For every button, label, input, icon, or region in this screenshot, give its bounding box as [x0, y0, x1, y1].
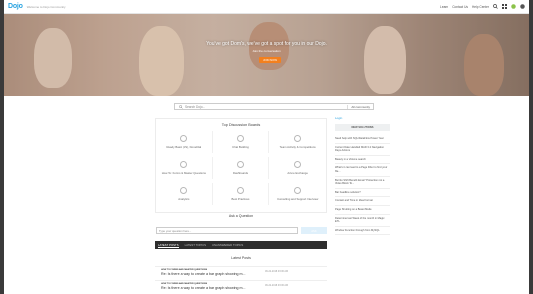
solution-item[interactable]: What's it can lead to a Page Filter to f… — [335, 164, 390, 177]
board-label: Azure Exchange — [287, 171, 308, 175]
board-label: Chat Building — [232, 145, 249, 149]
board-item[interactable]: Chat Building — [213, 131, 270, 153]
post-date: 06-22-2018 03:06 AM — [265, 270, 288, 273]
posts-tabs: LATEST POSTS LATEST TOPICS UNANSWERED TO… — [155, 241, 327, 249]
search-input[interactable]: Search Dojo... — [185, 105, 205, 109]
search-icon[interactable] — [493, 4, 498, 9]
top-navigation-bar: Dojo Welcome to Dojo Community Learn Con… — [4, 0, 529, 14]
hero-overlay — [4, 14, 529, 96]
right-sidebar: Login NEW SOLUTIONS Need help with SQL/D… — [335, 116, 390, 236]
top-links: Learn Contact Us Help Center — [440, 4, 525, 9]
board-icon — [294, 135, 302, 142]
solution-item[interactable]: Current Date Handled MAD 3.2 Navigation … — [335, 144, 390, 156]
solution-item[interactable]: Bar headline solution? — [335, 189, 390, 198]
solution-item[interactable]: Burrito Shift Benefit Email "Protection … — [335, 177, 390, 189]
solution-item[interactable]: Contact and Time in Idea Format — [335, 197, 390, 206]
post-title[interactable]: Re: Is there a way to create a bar graph… — [161, 286, 246, 290]
board-icon — [180, 135, 188, 142]
join-now-button[interactable]: JOIN NOW — [259, 57, 281, 63]
board-icon — [294, 187, 302, 194]
solution-item[interactable]: Page Shutting on a Beast Mode — [335, 206, 390, 215]
boards-title: Top Discussion Boards — [221, 123, 261, 127]
user-avatar-icon[interactable] — [520, 4, 525, 9]
board-item[interactable]: Team Activity & Competitions — [269, 131, 326, 153]
tab-unanswered-topics[interactable]: UNANSWERED TOPICS — [212, 243, 243, 247]
ask-button[interactable]: ASK — [301, 227, 327, 234]
apps-grid-icon[interactable] — [502, 4, 507, 9]
board-item[interactable]: Consulting and Support Interview — [269, 183, 326, 205]
search-icon — [179, 104, 183, 109]
login-link[interactable]: Login — [335, 116, 390, 120]
board-icon — [236, 187, 244, 194]
board-label: How To: Forms & Master Questions — [161, 171, 206, 175]
board-item[interactable]: Best Practices — [213, 183, 270, 205]
tab-latest-topics[interactable]: LATEST TOPICS — [185, 243, 206, 247]
board-icon — [236, 161, 244, 168]
new-solutions-header: NEW SOLUTIONS — [335, 124, 390, 131]
notification-icon[interactable] — [511, 4, 516, 9]
board-item[interactable]: Analytics — [156, 183, 213, 205]
board-icon — [236, 135, 244, 142]
solution-item[interactable]: Window Function through from MySQL — [335, 227, 390, 236]
ask-question-title: Ask a Question — [228, 214, 254, 218]
hero-headline: You've got Dom's, we've got a spot for y… — [206, 41, 327, 47]
solution-item[interactable]: Beauty in a Volume search — [335, 156, 390, 165]
board-label: Dashboards — [232, 171, 249, 175]
post-category: HOW TO FORMS AND MASTER QUESTIONS — [161, 283, 208, 285]
search-scope-dropdown[interactable]: All community — [347, 104, 373, 109]
question-input[interactable]: Type your question here... — [156, 227, 298, 234]
board-icon — [294, 161, 302, 168]
contact-us-link[interactable]: Contact Us — [452, 5, 468, 9]
board-icon — [180, 161, 188, 168]
post-row[interactable]: HOW TO FORMS AND MASTER QUESTIONS Re: Is… — [155, 280, 327, 292]
post-category: HOW TO FORMS AND MASTER QUESTIONS — [161, 269, 208, 271]
post-title[interactable]: Re: Is there a way to create a bar graph… — [161, 272, 246, 276]
solution-item[interactable]: Determine last Week of the month in Magi… — [335, 215, 390, 227]
board-item[interactable]: Dashboards — [213, 157, 270, 179]
hero-subtitle: Join the conversation — [252, 49, 281, 53]
browser-page: Dojo Welcome to Dojo Community Learn Con… — [4, 0, 529, 294]
hero-banner: You've got Dom's, we've got a spot for y… — [4, 14, 529, 96]
board-icon — [180, 187, 188, 194]
help-center-link[interactable]: Help Center — [472, 5, 489, 9]
tab-latest-posts[interactable]: LATEST POSTS — [158, 243, 179, 248]
board-label: Best Practices — [231, 197, 250, 201]
post-date: 06-22-2018 03:06 AM — [265, 284, 288, 287]
board-label: Consulting and Support Interview — [277, 197, 319, 201]
board-label: Team Activity & Competitions — [279, 145, 316, 149]
boards-grid: Ready Basic (JS), DoneDial Chat Building… — [156, 131, 326, 205]
board-item[interactable]: Azure Exchange — [269, 157, 326, 179]
dojo-logo[interactable]: Dojo — [8, 3, 23, 10]
learn-link[interactable]: Learn — [440, 5, 448, 9]
board-item[interactable]: How To: Forms & Master Questions — [156, 157, 213, 179]
board-label: Ready Basic (JS), DoneDial — [166, 145, 202, 149]
community-search-bar[interactable]: Search Dojo... All community — [174, 103, 374, 110]
post-row[interactable]: HOW TO FORMS AND MASTER QUESTIONS Re: Is… — [155, 266, 327, 278]
latest-posts-title: Latest Posts — [231, 256, 251, 260]
board-item[interactable]: Ready Basic (JS), DoneDial — [156, 131, 213, 153]
solution-item[interactable]: Need help with SQL/DataFlow Power Year — [335, 135, 390, 144]
board-label: Analytics — [178, 197, 190, 201]
top-boards-panel: Top Discussion Boards Ready Basic (JS), … — [155, 118, 327, 213]
site-tagline: Welcome to Dojo Community — [26, 4, 66, 9]
